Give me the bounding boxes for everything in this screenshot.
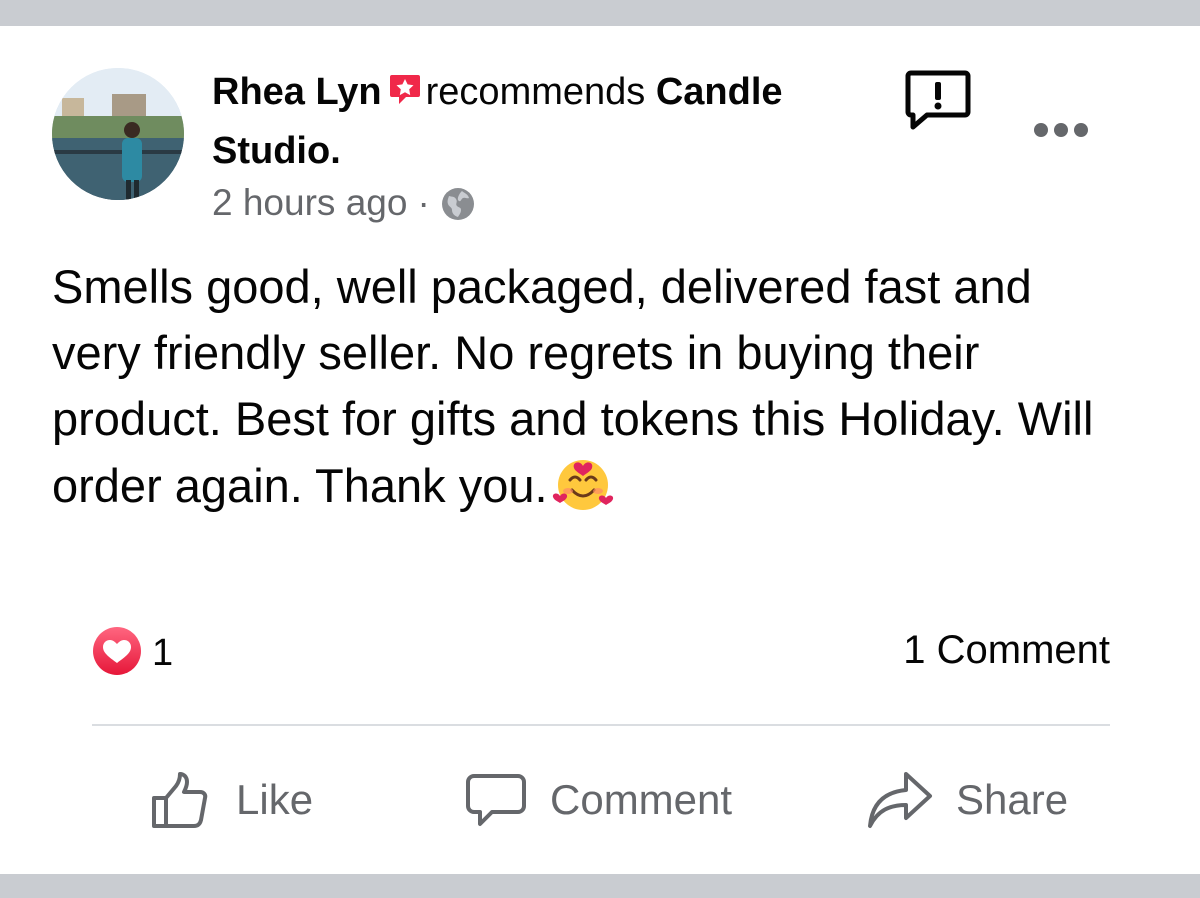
top-separator-band — [0, 0, 1200, 26]
author-avatar[interactable] — [52, 68, 184, 200]
meta-separator: · — [417, 182, 430, 223]
smiling-face-with-hearts-icon — [552, 452, 614, 531]
author-name[interactable]: Rhea Lyn — [212, 71, 382, 113]
comment-label: Comment — [550, 776, 733, 823]
globe-icon[interactable] — [440, 185, 476, 221]
reaction-count: 1 — [152, 632, 174, 674]
share-label: Share — [956, 776, 1069, 823]
post-meta: 2 hours ago · — [212, 178, 476, 228]
post-header: Rhea Lyn recommends Candle Studio. — [212, 64, 862, 179]
like-label: Like — [236, 776, 314, 823]
more-options-icon[interactable] — [1032, 118, 1090, 142]
bottom-separator-band — [0, 874, 1200, 898]
avatar-photo — [52, 68, 184, 200]
comment-icon — [466, 774, 526, 826]
post-timestamp[interactable]: 2 hours ago — [212, 178, 407, 228]
reaction-summary[interactable]: 1 — [92, 626, 173, 681]
recommendation-icon — [388, 67, 422, 123]
like-button[interactable]: Like — [150, 764, 313, 836]
thumbs-up-icon — [152, 772, 208, 828]
love-reaction-icon — [92, 626, 142, 681]
report-icon[interactable] — [905, 68, 971, 132]
actions-divider — [92, 724, 1110, 726]
share-button[interactable]: Share — [866, 764, 1068, 836]
post-body: Smells good, well packaged, delivered fa… — [52, 254, 1132, 531]
comment-count[interactable]: 1 Comment — [903, 628, 1110, 673]
recommends-text: recommends — [425, 71, 646, 113]
comment-button[interactable]: Comment — [464, 764, 732, 836]
share-icon — [868, 772, 932, 828]
